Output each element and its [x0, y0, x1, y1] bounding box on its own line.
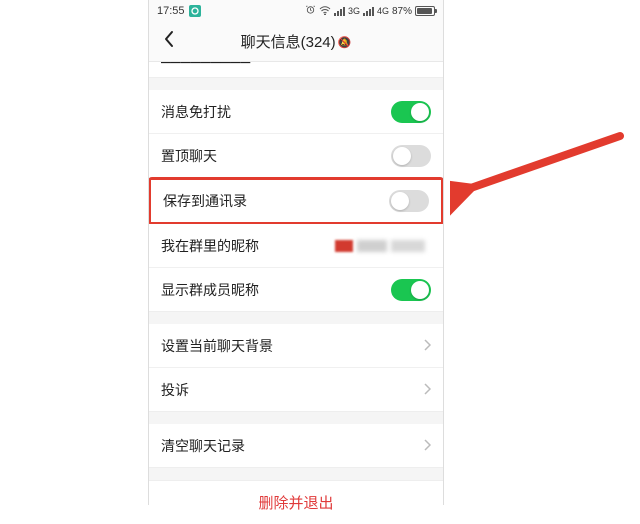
phone-frame: 17:55 3G 4G 87% 聊天信息(324)🔕 [148, 0, 444, 505]
annotation-arrow [450, 118, 630, 238]
nav-bar: 聊天信息(324)🔕 [149, 22, 443, 62]
row-label: 保存到通讯录 [163, 191, 247, 211]
row-mute-notifications[interactable]: 消息免打扰 [149, 90, 443, 134]
network-label-1: 3G [348, 6, 360, 16]
row-my-group-alias[interactable]: 我在群里的昵称 [149, 224, 443, 268]
row-report[interactable]: 投诉 [149, 368, 443, 412]
chevron-right-icon [423, 382, 431, 398]
network-label-2: 4G [377, 6, 389, 16]
battery-icon [415, 6, 435, 16]
row-show-member-alias[interactable]: 显示群成员昵称 [149, 268, 443, 312]
row-clear-history[interactable]: 清空聊天记录 [149, 424, 443, 468]
row-label: 消息免打扰 [161, 102, 231, 122]
row-delete-and-exit[interactable]: 删除并退出 [149, 480, 443, 524]
row-label: 我在群里的昵称 [161, 236, 259, 256]
row-set-chat-background[interactable]: 设置当前聊天背景 [149, 324, 443, 368]
toggle-sticky[interactable] [391, 145, 431, 167]
chevron-right-icon [423, 438, 431, 454]
row-label: 设置当前聊天背景 [161, 336, 273, 356]
chevron-right-icon [423, 338, 431, 354]
highlight-annotation: 保存到通讯录 [149, 177, 443, 225]
row-label: 删除并退出 [258, 492, 333, 513]
alarm-icon [305, 4, 316, 18]
status-time: 17:55 [157, 5, 185, 17]
status-bar: 17:55 3G 4G 87% [149, 0, 443, 22]
signal-icon-1 [334, 7, 345, 16]
row-label: 投诉 [161, 380, 189, 400]
battery-pct: 87% [392, 6, 412, 17]
partial-cutoff-row: █████████ [149, 62, 443, 78]
row-label: 显示群成员昵称 [161, 280, 259, 300]
back-button[interactable] [157, 26, 181, 58]
status-app-icon [189, 5, 201, 17]
toggle-show-alias[interactable] [391, 279, 431, 301]
page-title: 聊天信息(324)🔕 [149, 31, 443, 52]
signal-icon-2 [363, 7, 374, 16]
toggle-save-contacts[interactable] [389, 190, 429, 212]
alias-value-redacted [335, 237, 431, 255]
row-sticky-chat[interactable]: 置顶聊天 [149, 134, 443, 178]
row-save-to-contacts[interactable]: 保存到通讯录 [151, 180, 441, 222]
row-label: 置顶聊天 [161, 146, 217, 166]
row-label: 清空聊天记录 [161, 436, 245, 456]
settings-list: █████████ 消息免打扰 置顶聊天 保存到通讯录 我在群里的昵称 显示群成… [149, 62, 443, 524]
wifi-icon [319, 5, 331, 18]
mute-icon: 🔕 [338, 37, 352, 49]
toggle-mute[interactable] [391, 101, 431, 123]
